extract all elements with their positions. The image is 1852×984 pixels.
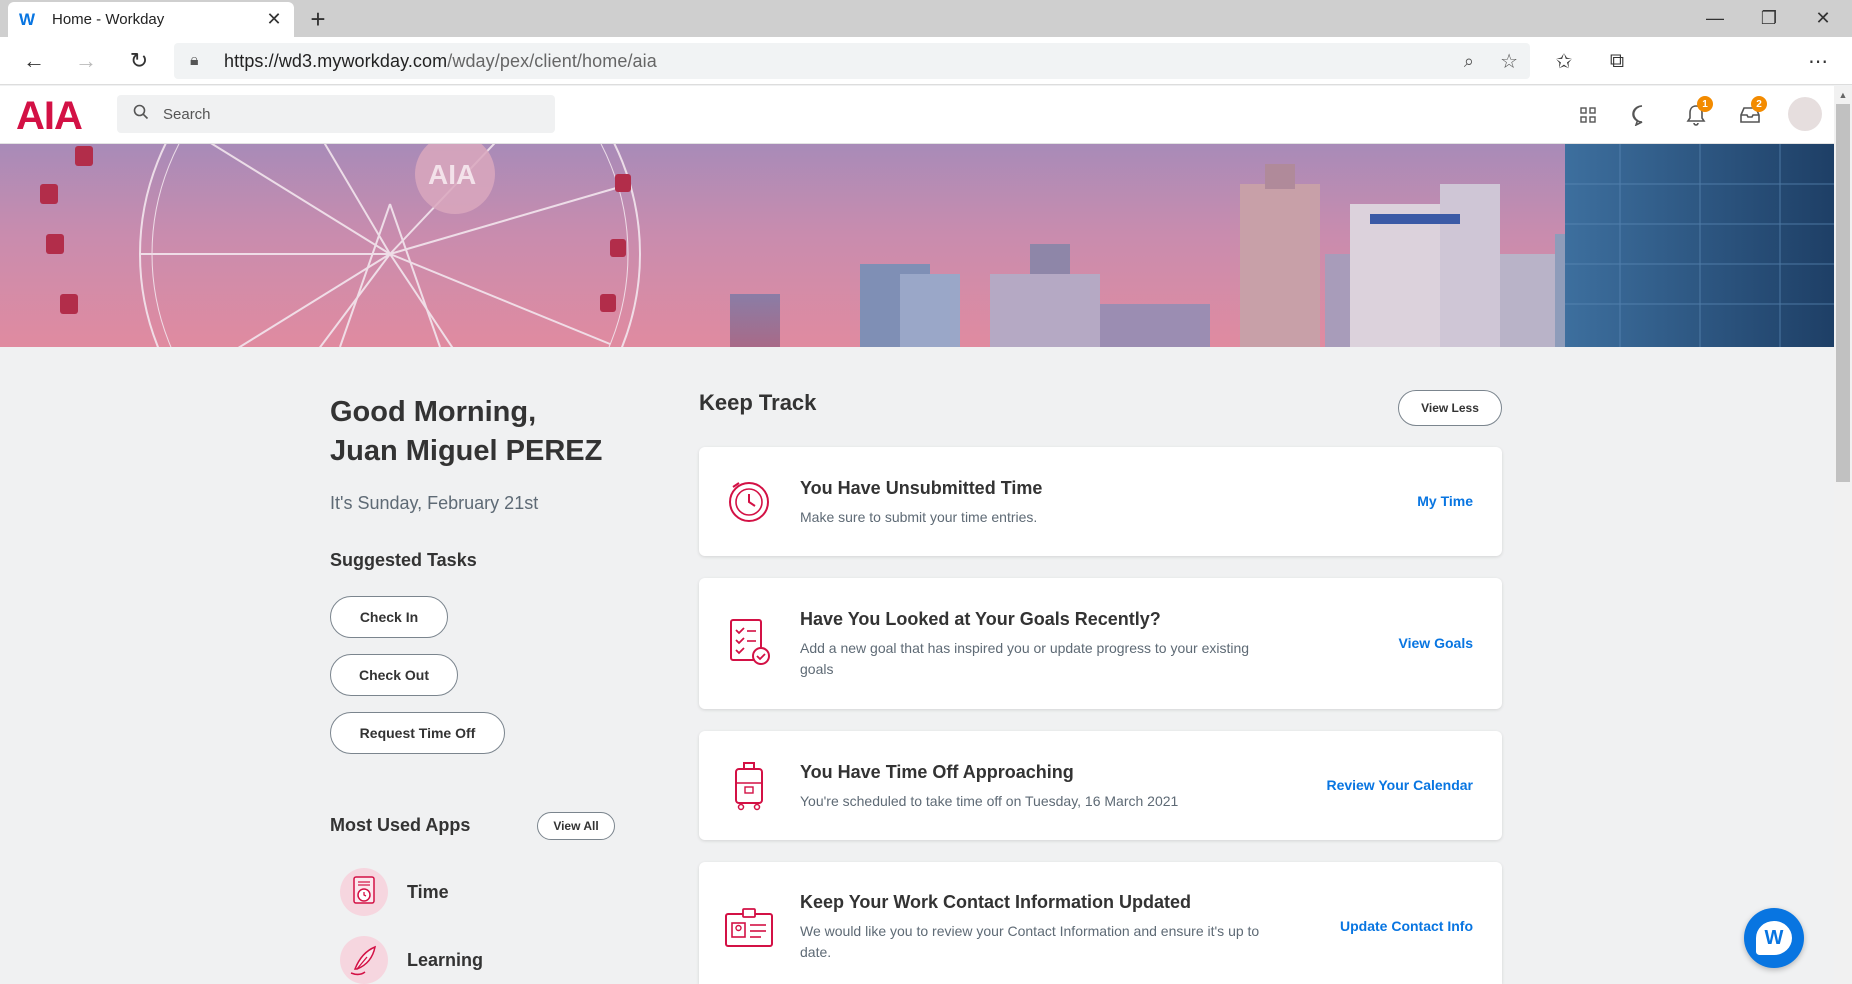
current-date: It's Sunday, February 21st: [330, 493, 539, 513]
keep-track-title: Keep Track: [699, 390, 817, 415]
luggage-icon: [723, 759, 775, 811]
view-goals-link[interactable]: View Goals: [1399, 635, 1473, 651]
card-time-off: You Have Time Off Approaching You're sch…: [699, 731, 1502, 840]
search-box[interactable]: [117, 95, 555, 133]
time-app-icon[interactable]: [340, 868, 388, 916]
card-description: You're scheduled to take time off on Tue…: [800, 793, 1179, 809]
card-title: You Have Time Off Approaching: [800, 762, 1074, 782]
card-description: Make sure to submit your time entries.: [800, 509, 1038, 525]
back-arrow-icon[interactable]: ←: [16, 43, 52, 79]
inbox-badge: 2: [1751, 96, 1767, 112]
browser-tab[interactable]: W Home - Workday ✕: [8, 2, 294, 37]
refresh-icon[interactable]: ↻: [121, 43, 157, 79]
inbox-icon[interactable]: 2: [1735, 96, 1767, 130]
greeting-line: Good Morning,: [330, 396, 537, 428]
zoom-icon[interactable]: ⌕: [1464, 51, 1474, 72]
workday-header: AIA 1 2: [0, 86, 1834, 144]
new-tab-icon[interactable]: +: [304, 4, 332, 34]
forward-arrow-icon[interactable]: →: [68, 43, 104, 79]
check-out-button[interactable]: Check Out: [330, 654, 458, 696]
update-contact-info-link[interactable]: Update Contact Info: [1340, 918, 1473, 934]
app-label-learning[interactable]: Learning: [407, 950, 483, 971]
browser-tab-bar: W Home - Workday ✕ + — ❐ ✕: [0, 0, 1852, 37]
svg-text:AIA: AIA: [428, 159, 476, 190]
card-contact-info: Keep Your Work Contact Information Updat…: [699, 862, 1502, 984]
url-field[interactable]: 🔒︎ https://wd3.myworkday.com/wday/pex/cl…: [174, 43, 1530, 79]
address-bar: ← → ↻ 🔒︎ https://wd3.myworkday.com/wday/…: [0, 37, 1852, 85]
suggested-tasks-title: Suggested Tasks: [330, 550, 477, 570]
review-your-calendar-link[interactable]: Review Your Calendar: [1326, 777, 1473, 793]
minimize-icon[interactable]: —: [1688, 0, 1742, 37]
apps-grid-icon[interactable]: [1573, 100, 1603, 130]
collections-icon[interactable]: ⧉: [1599, 43, 1635, 79]
chat-bubble-icon[interactable]: [1627, 100, 1657, 130]
lock-icon: 🔒︎: [190, 52, 199, 69]
app-label-time[interactable]: Time: [407, 882, 449, 903]
favorites-icon[interactable]: ✩: [1546, 43, 1582, 79]
card-title: Keep Your Work Contact Information Updat…: [800, 892, 1192, 912]
window-close-icon[interactable]: ✕: [1796, 0, 1850, 37]
checklist-icon: [723, 616, 775, 668]
greeting-heading: Good Morning, Juan Miguel PEREZ: [330, 393, 602, 471]
card-goals: Have You Looked at Your Goals Recently? …: [699, 578, 1502, 709]
card-title: Have You Looked at Your Goals Recently?: [800, 609, 1161, 629]
more-menu-icon[interactable]: ⋯: [1800, 43, 1836, 79]
request-time-off-button[interactable]: Request Time Off: [330, 712, 505, 754]
learning-app-icon[interactable]: [340, 936, 388, 984]
favorite-star-icon[interactable]: ☆: [1500, 49, 1518, 74]
workday-favicon-icon: W: [18, 9, 36, 29]
notifications-badge: 1: [1697, 96, 1713, 112]
search-icon: [133, 104, 153, 125]
user-name: Juan Miguel PEREZ: [330, 435, 603, 467]
view-less-button[interactable]: View Less: [1398, 390, 1502, 426]
id-card-icon: [723, 902, 775, 954]
avatar[interactable]: [1788, 97, 1822, 131]
card-title: You Have Unsubmitted Time: [800, 478, 1043, 498]
card-description: Add a new goal that has inspired you or …: [800, 640, 1250, 677]
most-used-apps-title: Most Used Apps: [330, 815, 471, 835]
aia-logo[interactable]: AIA: [16, 94, 83, 139]
close-tab-icon[interactable]: ✕: [264, 9, 284, 30]
check-in-button[interactable]: Check In: [330, 596, 448, 638]
banner-image: AIA: [40, 144, 1834, 347]
hero-banner: AIA: [0, 144, 1834, 347]
card-unsubmitted-time: You Have Unsubmitted Time Make sure to s…: [699, 447, 1502, 556]
scrollbar-thumb[interactable]: [1836, 104, 1850, 482]
url-text: https://wd3.myworkday.com/wday/pex/clien…: [224, 50, 657, 71]
card-description: We would like you to review your Contact…: [800, 923, 1260, 960]
tab-title: Home - Workday: [52, 11, 165, 28]
search-input[interactable]: [163, 105, 543, 123]
view-all-button[interactable]: View All: [537, 812, 615, 840]
restore-icon[interactable]: ❐: [1742, 0, 1796, 37]
notifications-bell-icon[interactable]: 1: [1681, 96, 1713, 130]
scroll-up-arrow-icon[interactable]: ▲: [1834, 86, 1852, 104]
clock-icon: [723, 475, 775, 527]
workday-assistant-button[interactable]: W: [1744, 908, 1804, 968]
my-time-link[interactable]: My Time: [1417, 493, 1473, 509]
assistant-chat-icon: W: [1756, 921, 1792, 955]
